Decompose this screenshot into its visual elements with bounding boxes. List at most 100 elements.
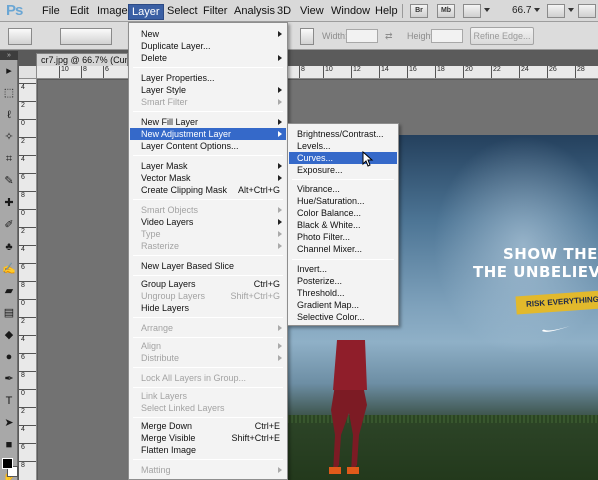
menu-item-create-clipping-mask[interactable]: Create Clipping Mask Alt+Ctrl+G xyxy=(130,184,286,196)
menu-layer[interactable]: Layer xyxy=(128,4,164,20)
menu-filter[interactable]: Filter xyxy=(201,5,229,17)
blur-tool-icon[interactable]: ◆ xyxy=(1,327,17,343)
horizontal-ruler[interactable]: 10 8 6 8 10 12 14 16 18 20 22 24 26 28 xyxy=(37,66,598,79)
menu-item-hide-layers[interactable]: Hide Layers xyxy=(130,302,286,314)
menu-item-flatten-image[interactable]: Flatten Image xyxy=(130,444,286,456)
menu-item-matting: Matting xyxy=(130,464,286,476)
submenu-item-color-balance[interactable]: Color Balance... xyxy=(289,207,397,219)
menu-item-label: Smart Objects xyxy=(141,205,199,215)
menu-edit[interactable]: Edit xyxy=(68,5,91,17)
menu-item-new-layer-based-slice[interactable]: New Layer Based Slice xyxy=(130,260,286,272)
type-tool-icon[interactable]: T xyxy=(1,393,17,409)
height-field[interactable] xyxy=(431,29,463,43)
menu-item-new-fill-layer[interactable]: New Fill Layer xyxy=(130,116,286,128)
menu-item-video-layers[interactable]: Video Layers xyxy=(130,216,286,228)
clone-stamp-tool-icon[interactable]: ♣ xyxy=(1,239,17,255)
menu-window[interactable]: Window xyxy=(329,5,372,17)
chevron-down-icon[interactable] xyxy=(534,8,540,12)
submenu-item-posterize[interactable]: Posterize... xyxy=(289,275,397,287)
submenu-item-brightness-contrast[interactable]: Brightness/Contrast... xyxy=(289,128,397,140)
chevron-down-icon[interactable] xyxy=(568,8,574,12)
menu-item-label: Vector Mask xyxy=(141,173,191,183)
submenu-item-hue-saturation[interactable]: Hue/Saturation... xyxy=(289,195,397,207)
submenu-item-selective-color[interactable]: Selective Color... xyxy=(289,311,397,323)
menu-item-layer-properties[interactable]: Layer Properties... xyxy=(130,72,286,84)
submenu-item-threshold[interactable]: Threshold... xyxy=(289,287,397,299)
vertical-ruler[interactable]: 4 2 0 2 4 6 8 0 2 4 6 8 0 2 4 6 8 0 2 4 … xyxy=(19,79,37,480)
lasso-tool-icon[interactable]: ℓ xyxy=(1,107,17,123)
dodge-tool-icon[interactable]: ● xyxy=(1,349,17,365)
submenu-item-black-white[interactable]: Black & White... xyxy=(289,219,397,231)
menu-item-distribute: Distribute xyxy=(130,352,286,364)
menu-image[interactable]: Image xyxy=(95,5,130,17)
menu-analysis[interactable]: Analysis xyxy=(232,5,277,17)
view-extras-button[interactable] xyxy=(463,4,481,18)
submenu-item-curves[interactable]: Curves... xyxy=(289,152,397,164)
menu-item-layer-mask[interactable]: Layer Mask xyxy=(130,160,286,172)
menu-item-merge-visible[interactable]: Merge Visible Shift+Ctrl+E xyxy=(130,432,286,444)
ruler-label: 28 xyxy=(575,66,585,78)
document-tab[interactable]: cr7.jpg @ 66.7% (Curv xyxy=(36,53,128,66)
shape-tool-icon[interactable]: ■ xyxy=(1,437,17,453)
quick-selection-tool-icon[interactable]: ✧ xyxy=(1,129,17,145)
arrange-documents-button[interactable] xyxy=(547,4,565,18)
submenu-item-exposure[interactable]: Exposure... xyxy=(289,164,397,176)
swoosh-logo-icon xyxy=(542,326,570,332)
menu-item-vector-mask[interactable]: Vector Mask xyxy=(130,172,286,184)
selection-mode-buttons[interactable] xyxy=(60,28,112,45)
menu-file[interactable]: File xyxy=(40,5,62,17)
style-dropdown[interactable] xyxy=(300,28,314,45)
panel-collapse-icon[interactable]: » xyxy=(0,51,18,60)
pen-tool-icon[interactable]: ✒ xyxy=(1,371,17,387)
menu-item-duplicate-layer[interactable]: Duplicate Layer... xyxy=(130,40,286,52)
menu-item-label: Merge Visible xyxy=(141,433,196,443)
menu-item-layer-style[interactable]: Layer Style xyxy=(130,84,286,96)
menubar-separator xyxy=(402,4,403,18)
history-brush-tool-icon[interactable]: ✍ xyxy=(1,261,17,277)
menu-item-group-layers[interactable]: Group Layers Ctrl+G xyxy=(130,278,286,290)
marquee-tool-icon[interactable]: ⬚ xyxy=(1,85,17,101)
menu-item-delete[interactable]: Delete xyxy=(130,52,286,64)
mini-bridge-button[interactable]: Mb xyxy=(437,4,455,18)
menu-3d[interactable]: 3D xyxy=(275,5,293,17)
move-tool-icon[interactable]: ▸ xyxy=(1,63,17,79)
menu-item-layer-content-options[interactable]: Layer Content Options... xyxy=(130,140,286,152)
submenu-item-channel-mixer[interactable]: Channel Mixer... xyxy=(289,243,397,255)
gradient-tool-icon[interactable]: ▤ xyxy=(1,305,17,321)
menu-item-merge-down[interactable]: Merge Down Ctrl+E xyxy=(130,420,286,432)
eyedropper-tool-icon[interactable]: ✎ xyxy=(1,173,17,189)
screen-mode-button[interactable] xyxy=(578,4,596,18)
submenu-item-photo-filter[interactable]: Photo Filter... xyxy=(289,231,397,243)
ruler-label: 10 xyxy=(59,66,69,78)
menu-bar: Ps File Edit Image Layer Select Filter A… xyxy=(0,0,598,22)
menu-item-new-adjustment-layer[interactable]: New Adjustment Layer xyxy=(130,128,286,140)
menu-item-label: Flatten Image xyxy=(141,445,197,455)
brush-tool-icon[interactable]: ✐ xyxy=(1,217,17,233)
menu-shortcut: Alt+Ctrl+G xyxy=(237,185,280,195)
eraser-tool-icon[interactable]: ▰ xyxy=(1,283,17,299)
submenu-item-vibrance[interactable]: Vibrance... xyxy=(289,183,397,195)
foreground-color-swatch[interactable] xyxy=(2,458,13,469)
submenu-item-invert[interactable]: Invert... xyxy=(289,263,397,275)
menu-separator xyxy=(133,255,283,256)
path-selection-tool-icon[interactable]: ➤ xyxy=(1,415,17,431)
healing-brush-tool-icon[interactable]: ✚ xyxy=(1,195,17,211)
ruler-label: 24 xyxy=(519,66,529,78)
menu-item-new[interactable]: New xyxy=(130,28,286,40)
tool-preset-picker[interactable] xyxy=(8,28,32,45)
swap-icon[interactable]: ⇄ xyxy=(385,31,393,42)
width-field[interactable] xyxy=(346,29,378,43)
menu-select[interactable]: Select xyxy=(165,5,200,17)
menu-view[interactable]: View xyxy=(298,5,326,17)
submenu-arrow-icon xyxy=(278,219,282,225)
bridge-button[interactable]: Br xyxy=(410,4,428,18)
menu-item-label: Smart Filter xyxy=(141,97,188,107)
zoom-level[interactable]: 66.7 xyxy=(512,5,531,16)
menu-help[interactable]: Help xyxy=(373,5,400,17)
crop-tool-icon[interactable]: ⌗ xyxy=(1,151,17,167)
submenu-item-gradient-map[interactable]: Gradient Map... xyxy=(289,299,397,311)
chevron-down-icon[interactable] xyxy=(484,8,490,12)
ruler-origin[interactable] xyxy=(19,66,37,79)
refine-edge-button[interactable]: Refine Edge... xyxy=(470,27,534,45)
submenu-item-levels[interactable]: Levels... xyxy=(289,140,397,152)
